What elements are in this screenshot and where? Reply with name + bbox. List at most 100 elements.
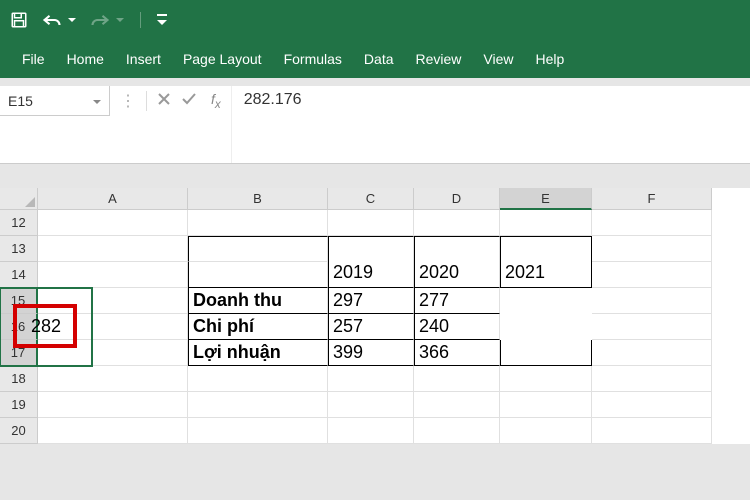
qat-more-icon[interactable] bbox=[157, 14, 167, 26]
cell-A14[interactable] bbox=[38, 262, 188, 288]
col-header-D[interactable]: D bbox=[414, 188, 500, 210]
cell-A19[interactable] bbox=[38, 392, 188, 418]
tab-page-layout[interactable]: Page Layout bbox=[183, 51, 262, 67]
cell-D17-value: 366 bbox=[419, 342, 449, 363]
cell-C16[interactable]: 257 bbox=[328, 314, 414, 340]
cell-A13[interactable] bbox=[38, 236, 188, 262]
tab-formulas[interactable]: Formulas bbox=[284, 51, 342, 67]
cell-D13[interactable] bbox=[414, 236, 500, 262]
fx-icon[interactable]: fx bbox=[211, 91, 221, 111]
select-all-corner[interactable] bbox=[0, 188, 38, 210]
fx-more-icon[interactable]: ⋮ bbox=[120, 91, 136, 111]
cell-C18[interactable] bbox=[328, 366, 414, 392]
cell-A18[interactable] bbox=[38, 366, 188, 392]
cell-F20[interactable] bbox=[592, 418, 712, 444]
enter-icon[interactable] bbox=[181, 92, 197, 111]
redo-dropdown-icon[interactable] bbox=[116, 16, 124, 24]
row-header-13[interactable]: 13 bbox=[0, 236, 38, 262]
formula-input[interactable]: 282.176 bbox=[231, 86, 750, 163]
cell-E13[interactable] bbox=[500, 236, 592, 262]
tab-help[interactable]: Help bbox=[536, 51, 565, 67]
tab-file[interactable]: File bbox=[22, 51, 45, 67]
col-header-F[interactable]: F bbox=[592, 188, 712, 210]
cell-D17[interactable]: 366 bbox=[414, 340, 500, 366]
cell-C20[interactable] bbox=[328, 418, 414, 444]
cancel-icon[interactable] bbox=[157, 92, 171, 111]
ribbon-tabs: File Home Insert Page Layout Formulas Da… bbox=[0, 40, 750, 78]
cell-D20[interactable] bbox=[414, 418, 500, 444]
cell-C17-value: 399 bbox=[333, 342, 363, 363]
col-header-C[interactable]: C bbox=[328, 188, 414, 210]
cell-F19[interactable] bbox=[592, 392, 712, 418]
undo-icon[interactable] bbox=[42, 12, 62, 28]
cell-F13[interactable] bbox=[592, 236, 712, 262]
tab-insert[interactable]: Insert bbox=[126, 51, 161, 67]
cell-F17[interactable] bbox=[592, 340, 712, 366]
spreadsheet-grid[interactable]: A B C D E F 12 13 14 2019 2020 2021 15 D… bbox=[0, 188, 750, 444]
name-box[interactable]: E15 bbox=[0, 86, 110, 116]
cell-E12[interactable] bbox=[500, 210, 592, 236]
row-header-20[interactable]: 20 bbox=[0, 418, 38, 444]
row-header-14[interactable]: 14 bbox=[0, 262, 38, 288]
cell-E20[interactable] bbox=[500, 418, 592, 444]
cell-E15-17-value: 282 bbox=[31, 316, 61, 337]
formula-bar: E15 ⋮ fx 282.176 bbox=[0, 86, 750, 164]
cell-E13-14-value: 2021 bbox=[505, 262, 545, 283]
row-header-12[interactable]: 12 bbox=[0, 210, 38, 236]
col-header-B[interactable]: B bbox=[188, 188, 328, 210]
row-header-18[interactable]: 18 bbox=[0, 366, 38, 392]
col-header-A[interactable]: A bbox=[38, 188, 188, 210]
cell-B18[interactable] bbox=[188, 366, 328, 392]
cell-B16[interactable]: Chi phí bbox=[188, 314, 328, 340]
cell-E19[interactable] bbox=[500, 392, 592, 418]
cell-B13[interactable] bbox=[188, 236, 328, 262]
cell-E18[interactable] bbox=[500, 366, 592, 392]
cell-B15-value: Doanh thu bbox=[193, 290, 282, 311]
cell-B17-value: Lợi nhuận bbox=[193, 342, 281, 363]
tab-home[interactable]: Home bbox=[67, 51, 104, 67]
cell-C19[interactable] bbox=[328, 392, 414, 418]
name-box-dropdown-icon[interactable] bbox=[93, 93, 101, 109]
tab-view[interactable]: View bbox=[483, 51, 513, 67]
cell-E15-17[interactable]: 282 bbox=[0, 288, 92, 366]
cell-D12[interactable] bbox=[414, 210, 500, 236]
cell-A12[interactable] bbox=[38, 210, 188, 236]
cell-C15-value: 297 bbox=[333, 290, 363, 311]
cell-E14[interactable]: 2021 bbox=[500, 262, 592, 288]
cell-D18[interactable] bbox=[414, 366, 500, 392]
undo-dropdown-icon[interactable] bbox=[68, 16, 76, 24]
cell-F15[interactable] bbox=[592, 288, 712, 314]
formula-text: 282.176 bbox=[244, 91, 302, 108]
save-icon[interactable] bbox=[10, 11, 28, 29]
cell-C13-14-value: 2019 bbox=[333, 262, 373, 283]
cell-B12[interactable] bbox=[188, 210, 328, 236]
row-header-19[interactable]: 19 bbox=[0, 392, 38, 418]
cell-D16[interactable]: 240 bbox=[414, 314, 500, 340]
cell-B20[interactable] bbox=[188, 418, 328, 444]
cell-C12[interactable] bbox=[328, 210, 414, 236]
cell-D15[interactable]: 277 bbox=[414, 288, 500, 314]
redo-icon[interactable] bbox=[90, 12, 110, 28]
cell-C17[interactable]: 399 bbox=[328, 340, 414, 366]
cell-F18[interactable] bbox=[592, 366, 712, 392]
cell-F16[interactable] bbox=[592, 314, 712, 340]
cell-B17[interactable]: Lợi nhuận bbox=[188, 340, 328, 366]
cell-F14[interactable] bbox=[592, 262, 712, 288]
cell-C13[interactable] bbox=[328, 236, 414, 262]
cell-B14[interactable] bbox=[188, 262, 328, 288]
cell-C15[interactable]: 297 bbox=[328, 288, 414, 314]
cell-D15-value: 277 bbox=[419, 290, 449, 311]
quick-access-toolbar bbox=[0, 0, 750, 40]
cell-D16-value: 240 bbox=[419, 316, 449, 337]
cell-D19[interactable] bbox=[414, 392, 500, 418]
tab-review[interactable]: Review bbox=[416, 51, 462, 67]
cell-C14[interactable]: 2019 bbox=[328, 262, 414, 288]
cell-B15[interactable]: Doanh thu bbox=[188, 288, 328, 314]
tab-data[interactable]: Data bbox=[364, 51, 394, 67]
cell-B19[interactable] bbox=[188, 392, 328, 418]
cell-D14[interactable]: 2020 bbox=[414, 262, 500, 288]
col-header-E[interactable]: E bbox=[500, 188, 592, 210]
cell-C16-value: 257 bbox=[333, 316, 363, 337]
cell-F12[interactable] bbox=[592, 210, 712, 236]
cell-A20[interactable] bbox=[38, 418, 188, 444]
